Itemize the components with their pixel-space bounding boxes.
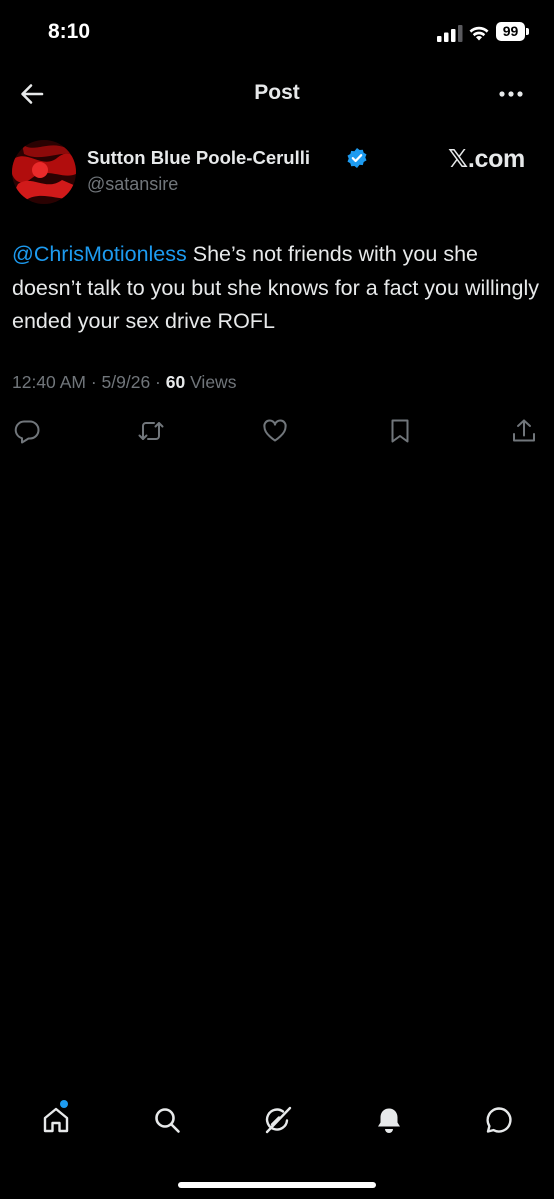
share-icon[interactable]	[510, 417, 538, 445]
verified-badge-icon	[346, 147, 368, 169]
views-count: 60	[165, 372, 186, 392]
author-handle[interactable]: @satansire	[87, 174, 178, 195]
status-time: 8:10	[48, 20, 91, 43]
home-icon[interactable]	[41, 1105, 71, 1135]
avatar[interactable]	[12, 140, 76, 204]
home-indicator[interactable]	[178, 1182, 376, 1188]
search-icon[interactable]	[152, 1105, 182, 1135]
author-name[interactable]: Sutton Blue Poole-Cerulli	[87, 147, 310, 169]
page-title: Post	[254, 81, 300, 104]
brand-watermark: 𝕏.com	[448, 145, 525, 173]
mention-link[interactable]: @ChrisMotionless	[12, 242, 187, 266]
repost-icon[interactable]	[137, 417, 165, 445]
views-label[interactable]: Views	[190, 372, 236, 392]
notifications-icon[interactable]	[374, 1105, 404, 1135]
wifi-icon	[468, 22, 490, 42]
post-text: @ChrisMotionless She’s not friends with …	[12, 238, 547, 339]
more-options-icon[interactable]	[497, 84, 525, 104]
grok-icon[interactable]	[263, 1105, 293, 1135]
cellular-signal-icon	[437, 25, 463, 42]
battery-icon: 99	[496, 22, 530, 42]
post-date: 5/9/26	[101, 372, 151, 392]
post-meta: 12:40 AM · 5/9/26 · 60 Views	[12, 372, 237, 392]
battery-level: 99	[496, 22, 525, 41]
reply-icon[interactable]	[13, 417, 41, 445]
bookmark-icon[interactable]	[386, 417, 414, 445]
like-icon[interactable]	[261, 417, 289, 445]
post-time: 12:40 AM	[12, 372, 86, 392]
messages-icon[interactable]	[484, 1105, 514, 1135]
notification-dot	[60, 1100, 68, 1108]
